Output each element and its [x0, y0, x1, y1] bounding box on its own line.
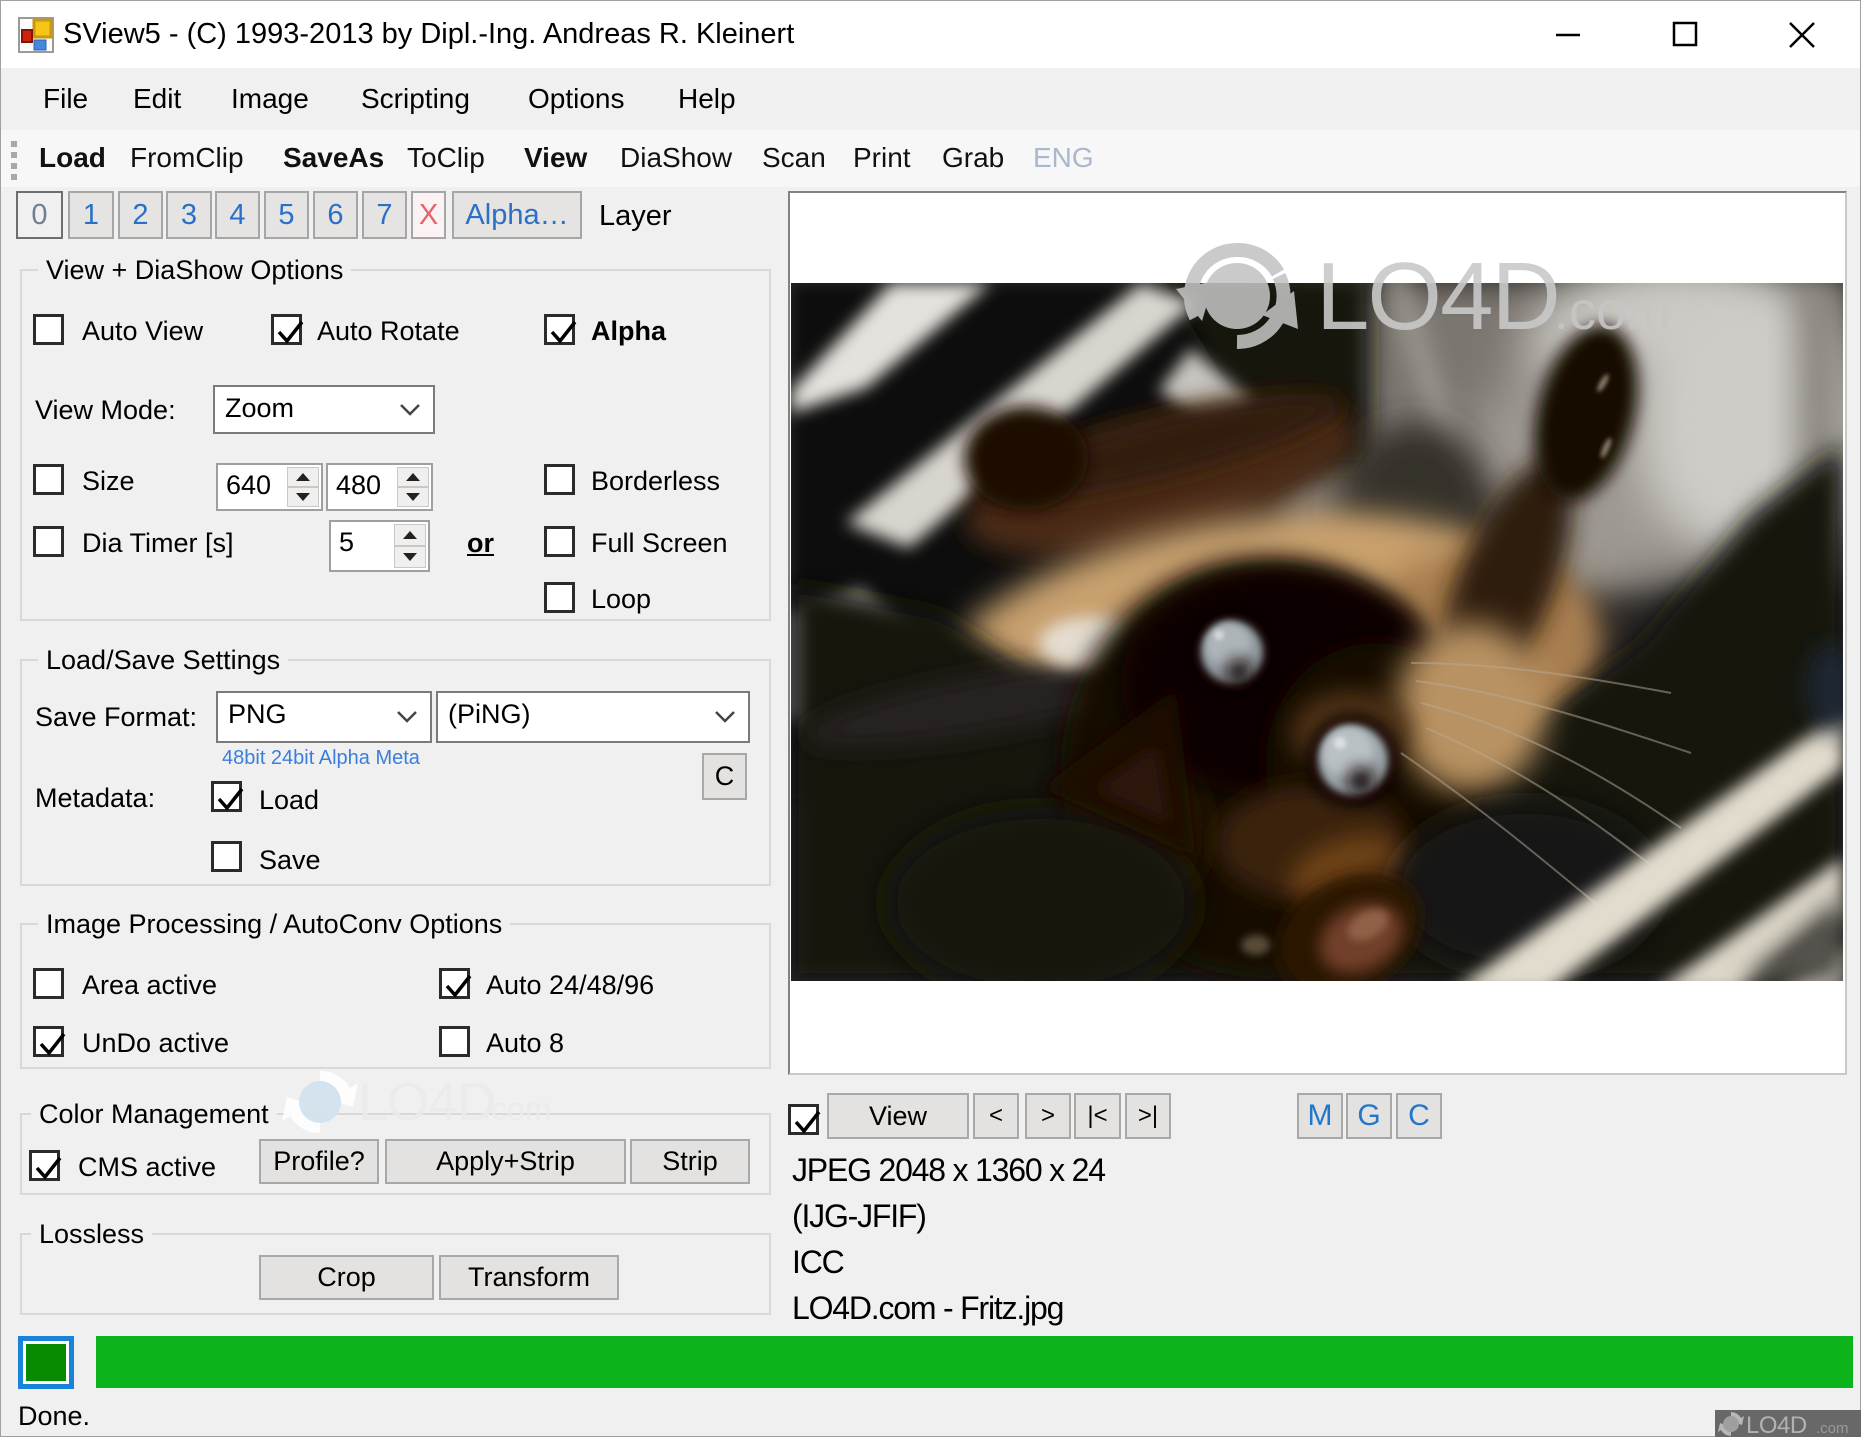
svg-text:.com: .com [1554, 281, 1671, 341]
svg-text:LO4D: LO4D [358, 1072, 495, 1132]
svg-text:LO4D: LO4D [1746, 1412, 1807, 1437]
svg-text:LO4D: LO4D [1316, 243, 1559, 350]
svg-text:.com: .com [1816, 1420, 1849, 1437]
svg-text:.com: .com [482, 1091, 551, 1127]
